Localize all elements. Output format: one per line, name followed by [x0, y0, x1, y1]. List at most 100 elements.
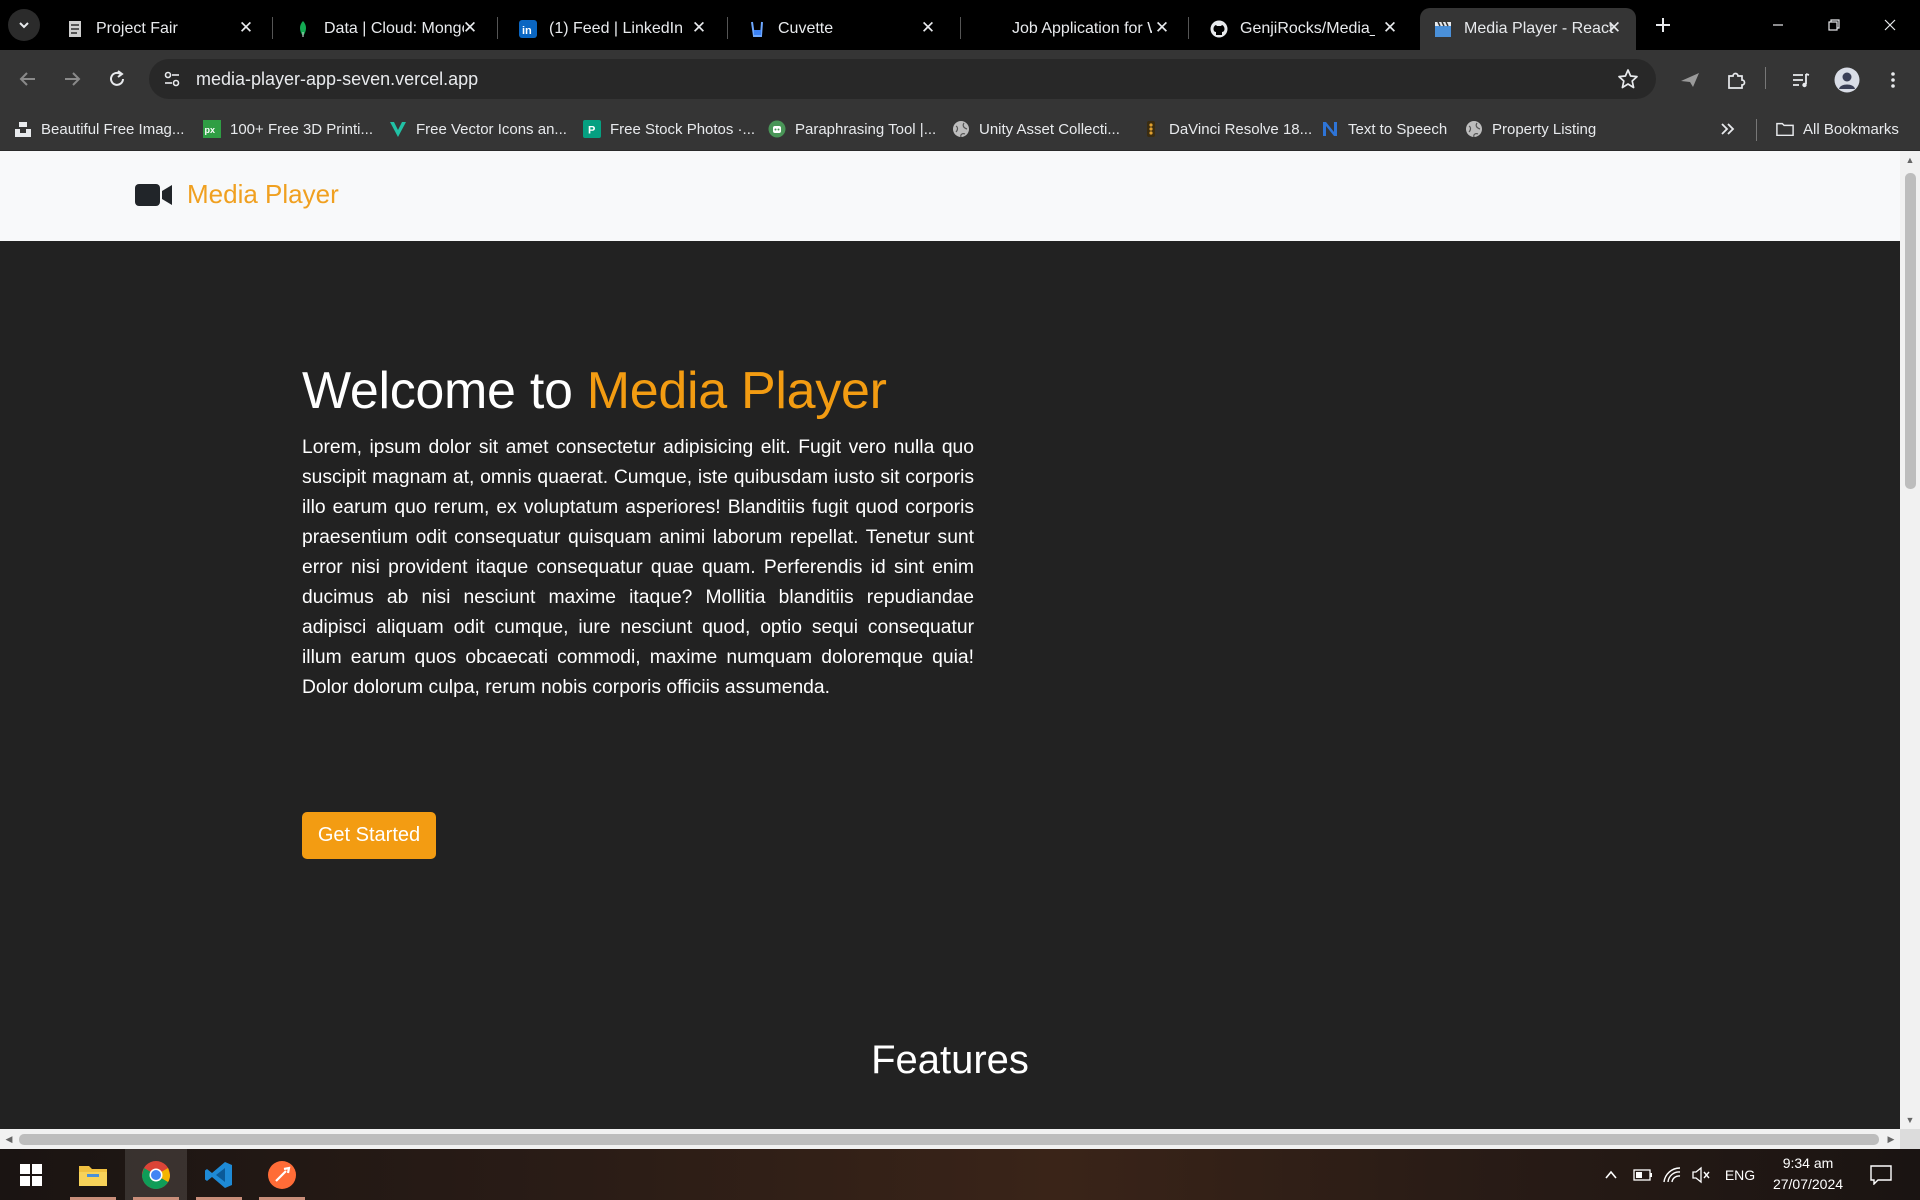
pexels-icon: P — [583, 120, 601, 138]
more-bookmarks-button[interactable] — [1718, 108, 1736, 150]
extensions-button[interactable] — [1722, 66, 1750, 94]
bookmark-item[interactable]: DaVinci Resolve 18... — [1142, 108, 1312, 150]
tab-search-button[interactable] — [8, 9, 40, 41]
close-icon[interactable]: ✕ — [1152, 18, 1172, 38]
web-page: Media Player Welcome to Media Player Lor… — [0, 151, 1900, 1129]
bookmark-label: Free Stock Photos ·... — [610, 120, 756, 138]
new-tab-button[interactable] — [1649, 11, 1677, 39]
scroll-up-arrow-icon[interactable]: ▲ — [1903, 153, 1917, 167]
tab-strip: Project Fair ✕ Data | Cloud: MongoDB ✕ i… — [0, 0, 1920, 50]
tab-project-fair[interactable]: Project Fair ✕ — [52, 8, 268, 50]
volume-muted-icon — [1692, 1166, 1710, 1183]
all-bookmarks-button[interactable]: All Bookmarks — [1776, 108, 1899, 150]
chevron-down-icon — [19, 22, 29, 29]
tab-separator — [960, 17, 961, 39]
taskbar-postman[interactable] — [251, 1149, 313, 1200]
minimize-button[interactable] — [1758, 9, 1798, 41]
address-bar[interactable]: media-player-app-seven.vercel.app — [149, 59, 1656, 99]
tab-separator — [272, 17, 273, 39]
avatar-icon — [1834, 67, 1860, 93]
tab-title: GenjiRocks/Media_Pl — [1240, 20, 1375, 37]
globe-icon — [1465, 120, 1483, 138]
horizontal-scroll-thumb[interactable] — [19, 1134, 1879, 1145]
volume-status[interactable] — [1688, 1149, 1714, 1200]
taskbar-vscode[interactable] — [188, 1149, 250, 1200]
system-clock[interactable]: 9:34 am 27/07/2024 — [1768, 1153, 1848, 1195]
bookmark-item[interactable]: P Free Stock Photos ·... — [583, 108, 755, 150]
bookmark-item[interactable]: px 100+ Free 3D Printi... — [203, 108, 373, 150]
scroll-right-arrow-icon[interactable]: ▶ — [1884, 1132, 1898, 1146]
bookmark-star-icon[interactable] — [1616, 67, 1640, 91]
github-icon — [1210, 20, 1228, 38]
tab-linkedin[interactable]: in (1) Feed | LinkedIn ✕ — [505, 8, 721, 50]
brand-link[interactable]: Media Player — [135, 179, 339, 210]
chrome-menu-button[interactable] — [1879, 66, 1907, 94]
mongodb-leaf-icon — [294, 20, 312, 38]
naturalreader-icon — [1321, 120, 1339, 138]
cuvette-icon — [748, 20, 766, 38]
horizontal-scrollbar[interactable]: ◀ ▶ — [0, 1129, 1900, 1149]
kebab-menu-icon — [1891, 72, 1895, 88]
extension-icon[interactable] — [1676, 66, 1704, 94]
vertical-scrollbar[interactable]: ▲ ▼ — [1900, 151, 1920, 1129]
windows-taskbar: ENG 9:34 am 27/07/2024 — [0, 1149, 1920, 1200]
back-button[interactable] — [13, 64, 43, 94]
get-started-button[interactable]: Get Started — [302, 812, 436, 859]
language-indicator[interactable]: ENG — [1720, 1149, 1760, 1200]
davinci-resolve-icon — [1142, 120, 1160, 138]
bookmark-item[interactable]: Unity Asset Collecti... — [952, 108, 1120, 150]
network-status[interactable] — [1659, 1149, 1685, 1200]
vertical-scroll-thumb[interactable] — [1905, 173, 1916, 489]
taskbar-file-explorer[interactable] — [62, 1149, 124, 1200]
all-bookmarks-label: All Bookmarks — [1803, 120, 1899, 138]
scroll-left-arrow-icon[interactable]: ◀ — [2, 1132, 16, 1146]
tray-overflow-button[interactable] — [1598, 1149, 1624, 1200]
folder-icon — [79, 1165, 107, 1186]
bookmark-item[interactable]: Beautiful Free Imag... — [14, 108, 184, 150]
bookmark-label: Unity Asset Collecti... — [979, 120, 1120, 138]
tab-title: Data | Cloud: MongoDB — [324, 20, 464, 37]
battery-status[interactable] — [1630, 1149, 1656, 1200]
reload-icon — [110, 70, 124, 86]
tab-job-application[interactable]: Job Application for W ✕ — [968, 8, 1184, 50]
close-icon[interactable]: ✕ — [1380, 18, 1400, 38]
taskbar-chrome[interactable] — [125, 1149, 187, 1200]
media-controls-button[interactable] — [1787, 66, 1815, 94]
close-icon[interactable]: ✕ — [1604, 18, 1624, 38]
bookmarks-divider — [1756, 119, 1757, 141]
wifi-icon — [1663, 1166, 1681, 1182]
scroll-down-arrow-icon[interactable]: ▼ — [1903, 1113, 1917, 1127]
minimize-icon — [1773, 24, 1783, 26]
tab-cuvette[interactable]: Cuvette ✕ — [734, 8, 950, 50]
site-settings-icon[interactable] — [161, 68, 183, 90]
tab-mongodb[interactable]: Data | Cloud: MongoDB ✕ — [280, 8, 492, 50]
bookmark-item[interactable]: Paraphrasing Tool |... — [768, 108, 936, 150]
bookmark-item[interactable]: Text to Speech — [1321, 108, 1447, 150]
tab-media-player[interactable]: Media Player - React ✕ — [1420, 8, 1636, 50]
reload-button[interactable] — [102, 64, 132, 94]
url-text: media-player-app-seven.vercel.app — [196, 69, 479, 89]
notifications-button[interactable] — [1866, 1149, 1896, 1200]
chat-bubble-icon — [1870, 1164, 1892, 1185]
chevron-up-icon — [1605, 1170, 1617, 1179]
bookmark-item[interactable]: Free Vector Icons an... — [389, 108, 567, 150]
start-button[interactable] — [0, 1149, 62, 1200]
site-navbar: Media Player — [0, 151, 1900, 241]
bookmark-item[interactable]: Property Listing — [1465, 108, 1596, 150]
restore-button[interactable] — [1814, 9, 1854, 41]
close-window-button[interactable] — [1870, 9, 1910, 41]
features-heading: Features — [871, 1038, 1029, 1082]
tab-github[interactable]: GenjiRocks/Media_Pl ✕ — [1196, 8, 1412, 50]
postman-icon — [268, 1160, 296, 1189]
close-icon[interactable]: ✕ — [236, 18, 256, 38]
close-icon[interactable]: ✕ — [460, 18, 480, 38]
close-icon[interactable]: ✕ — [918, 18, 938, 38]
folder-icon — [1776, 120, 1794, 138]
svg-text:in: in — [522, 25, 532, 37]
close-icon[interactable]: ✕ — [689, 18, 709, 38]
bookmark-label: Property Listing — [1492, 120, 1597, 138]
profile-avatar[interactable] — [1833, 66, 1861, 94]
forward-button[interactable] — [57, 64, 87, 94]
puzzle-icon — [1728, 72, 1746, 89]
toolbar-divider — [1765, 67, 1766, 89]
